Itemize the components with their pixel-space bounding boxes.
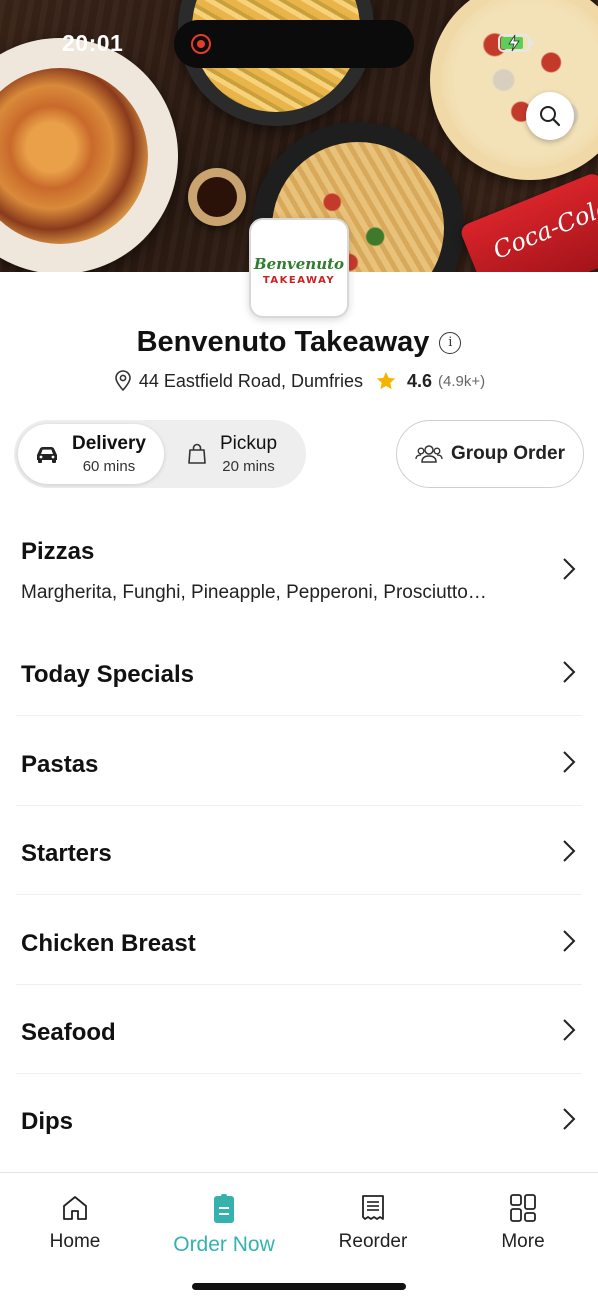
chevron-right-icon [563, 840, 576, 862]
category-name: Pizzas [21, 538, 95, 565]
shopping-bag-icon [188, 443, 206, 464]
car-icon [37, 447, 57, 463]
chevron-right-icon [563, 930, 576, 952]
home-icon [63, 1196, 87, 1220]
home-indicator [192, 1283, 406, 1290]
group-order-label: Group Order [450, 443, 565, 464]
category-name: Today Specials [21, 661, 194, 688]
divider [16, 984, 582, 985]
category-seafood[interactable]: Seafood [0, 1018, 598, 1074]
info-icon[interactable]: i [439, 331, 462, 354]
chevron-right-icon [563, 751, 576, 773]
category-name: Starters [21, 840, 112, 867]
address-row: 44 Eastfield Road, Dumfries 4.6 (4.9k+) [0, 370, 598, 392]
category-today-specials[interactable]: Today Specials [0, 660, 598, 716]
search-icon [540, 106, 561, 127]
receipt-icon [362, 1195, 384, 1220]
dynamic-island [174, 20, 414, 68]
divider [16, 894, 582, 895]
delivery-label: Delivery [72, 433, 146, 454]
order-menu-icon [214, 1194, 234, 1223]
category-name: Chicken Breast [21, 930, 196, 957]
grid-icon [510, 1194, 536, 1222]
battery-icon [498, 34, 533, 52]
category-pastas[interactable]: Pastas [0, 750, 598, 806]
tab-order-now-label: Order Now [173, 1233, 275, 1256]
tab-more-label: More [501, 1231, 545, 1252]
fulfillment-toggle: Delivery 60 mins Pickup 20 mins [14, 420, 306, 488]
location-pin-icon [115, 370, 131, 392]
restaurant-name: Benvenuto Takeaway [136, 326, 430, 358]
rating-value: 4.6 [406, 370, 433, 391]
category-name: Dips [21, 1108, 74, 1135]
restaurant-title-row: Benvenuto Takeaway i [0, 326, 598, 359]
recording-icon [191, 34, 211, 54]
category-description: Margherita, Funghi, Pineapple, Pepperoni… [21, 582, 487, 603]
delivery-time: 60 mins [82, 458, 136, 475]
tab-more[interactable]: More [463, 1193, 583, 1253]
tab-home[interactable]: Home [15, 1193, 135, 1253]
category-pizzas[interactable]: Pizzas Margherita, Funghi, Pineapple, Pe… [0, 538, 598, 638]
restaurant-logo: Benvenuto TAKEAWAY [249, 218, 349, 318]
pickup-option[interactable]: Pickup 20 mins [182, 424, 302, 484]
star-icon [376, 371, 396, 390]
restaurant-address: 44 Eastfield Road, Dumfries [138, 370, 363, 391]
group-order-button[interactable]: Group Order [396, 420, 584, 488]
tab-reorder-label: Reorder [338, 1231, 408, 1252]
logo-text-top: Benvenuto [253, 254, 345, 273]
chevron-right-icon [563, 661, 576, 683]
chevron-right-icon [563, 558, 576, 580]
status-time: 20:01 [62, 30, 124, 56]
category-dips[interactable]: Dips [0, 1107, 598, 1163]
divider [16, 715, 582, 716]
chevron-right-icon [563, 1019, 576, 1041]
sauce-bowl-image [188, 168, 246, 226]
bottom-tab-bar: Home Order Now Reorder More [0, 1172, 598, 1300]
chevron-right-icon [563, 1108, 576, 1130]
search-button[interactable] [526, 92, 574, 140]
delivery-option[interactable]: Delivery 60 mins [18, 424, 164, 484]
pickup-label: Pickup [220, 433, 278, 454]
tab-order-now[interactable]: Order Now [164, 1193, 284, 1257]
tab-home-label: Home [49, 1231, 101, 1252]
pickup-time: 20 mins [222, 458, 275, 475]
divider [16, 805, 582, 806]
tab-reorder[interactable]: Reorder [313, 1193, 433, 1253]
category-name: Seafood [21, 1019, 116, 1046]
category-chicken-breast[interactable]: Chicken Breast [0, 929, 598, 985]
logo-text-bottom: TAKEAWAY [262, 274, 336, 286]
charging-bolt-icon [508, 34, 520, 52]
rating-count: (4.9k+) [438, 372, 486, 390]
group-icon [415, 445, 443, 463]
divider [16, 1073, 582, 1074]
category-starters[interactable]: Starters [0, 839, 598, 895]
category-name: Pastas [21, 751, 99, 778]
